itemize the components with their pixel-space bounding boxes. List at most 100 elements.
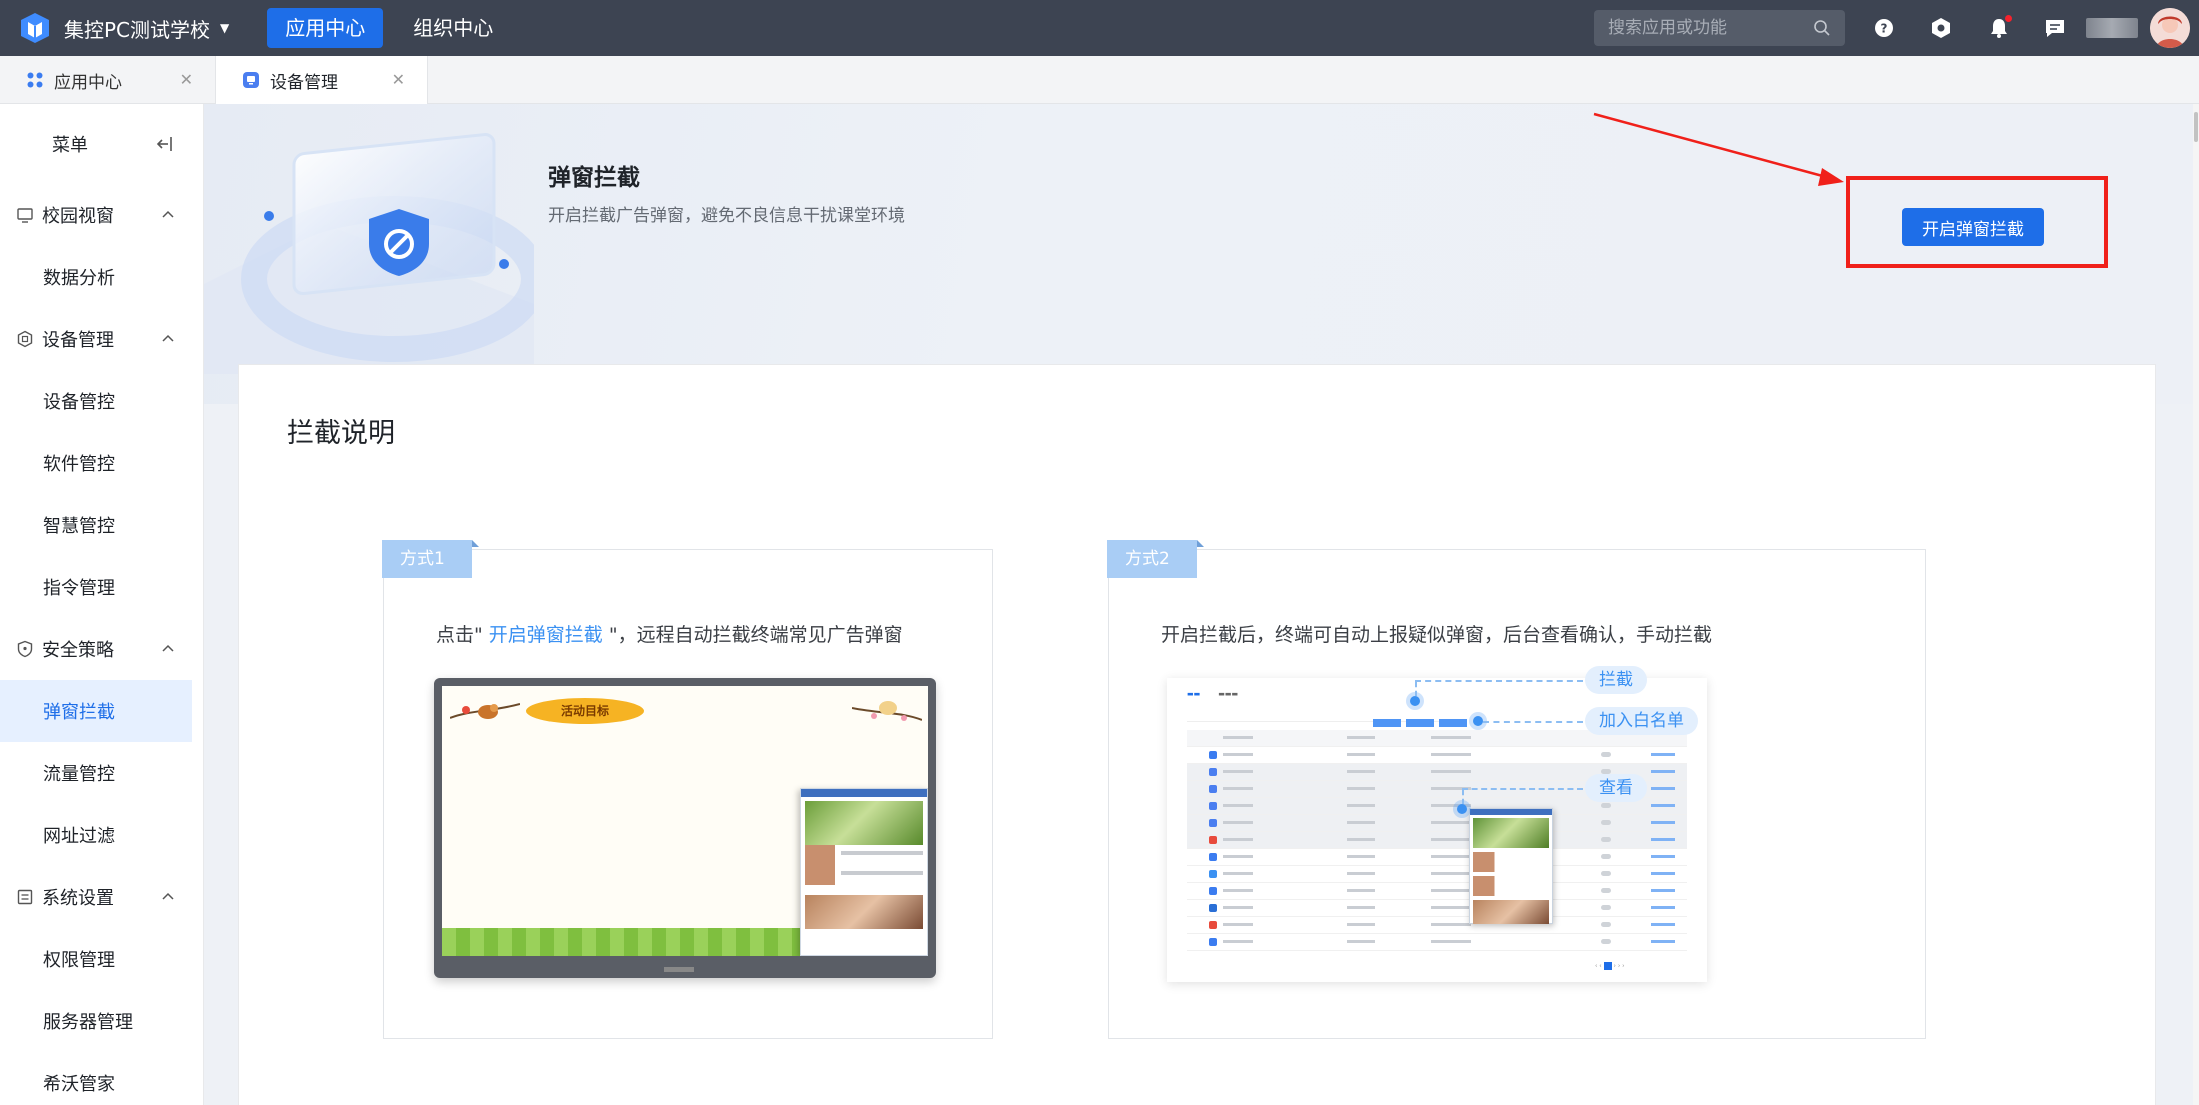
method-1-text: 点击" 开启弹窗拦截 "，远程自动拦截终端常见广告弹窗 — [436, 620, 903, 647]
activity-goal-banner: 活动目标 — [526, 698, 644, 724]
sidebar-title: 菜单 — [52, 135, 88, 156]
app-logo-icon[interactable] — [18, 11, 52, 45]
nav-org-center[interactable]: 组织中心 — [395, 8, 511, 48]
smartboard-screen-illustration: 活动目标 — [434, 678, 936, 978]
sidebar-item-permission-management[interactable]: 权限管理 — [0, 928, 203, 990]
sidebar-item-url-filter[interactable]: 网址过滤 — [0, 804, 203, 866]
tab-bar: 应用中心 ✕ 设备管理 ✕ — [0, 56, 2199, 104]
tab-device-management[interactable]: 设备管理 ✕ — [216, 56, 428, 104]
sidebar-item-command-management[interactable]: 指令管理 — [0, 556, 203, 618]
ad-popup-illustration — [800, 788, 928, 956]
callout-line — [1462, 788, 1583, 790]
callout-line — [1483, 721, 1583, 723]
monitor-icon — [17, 208, 33, 223]
callout-line — [1462, 790, 1464, 804]
svg-text:?: ? — [1881, 22, 1888, 36]
settings-hexagon-icon[interactable] — [1928, 15, 1954, 41]
search-icon[interactable] — [1813, 19, 1831, 37]
reported-popup-preview — [1469, 808, 1553, 924]
callout-whitelist: 加入白名单 — [1585, 707, 1698, 735]
sidebar-item-traffic-control[interactable]: 流量管控 — [0, 742, 203, 804]
popup-shield-illustration — [204, 133, 534, 374]
sidebar-group-campus-window[interactable]: 校园视窗 — [0, 184, 203, 246]
callout-dot — [1473, 716, 1483, 726]
main-content: 弹窗拦截 开启拦截广告弹窗，避免不良信息干扰课堂环境 开启弹窗拦截 拦截说明 方… — [204, 104, 2199, 1105]
shield-icon — [17, 640, 33, 658]
school-switcher[interactable]: 集控PC测试学校 ▼ — [64, 14, 229, 43]
bird-branch-icon — [450, 703, 520, 719]
enable-popup-blocking-link[interactable]: 开启弹窗拦截 — [489, 624, 603, 646]
list-settings-icon — [17, 889, 33, 905]
sidebar-item-popup-blocking[interactable]: 弹窗拦截 — [0, 680, 192, 742]
avatar[interactable] — [2150, 8, 2190, 48]
nav-app-center[interactable]: 应用中心 — [267, 8, 384, 48]
sidebar-group-label: 校园视窗 — [42, 206, 114, 227]
page-scrollbar[interactable] — [2193, 104, 2199, 1105]
sidebar-group-security-policy[interactable]: 安全策略 — [0, 618, 203, 680]
sidebar-item-device-control[interactable]: 设备管控 — [0, 370, 203, 432]
callout-dot — [1410, 696, 1420, 706]
sidebar-item-server-management[interactable]: 服务器管理 — [0, 990, 203, 1052]
top-bar: 集控PC测试学校 ▼ 应用中心 组织中心 ? — [0, 0, 2199, 56]
table-row — [1187, 883, 1687, 900]
caret-down-icon: ▼ — [220, 21, 230, 35]
device-hexagon-icon — [17, 330, 33, 348]
sidebar-item-data-analysis[interactable]: 数据分析 — [0, 246, 203, 308]
sidebar-group-system-settings[interactable]: 系统设置 — [0, 866, 203, 928]
method-1-text-after: "，远程自动拦截终端常见广告弹窗 — [602, 624, 903, 646]
collapse-sidebar-icon[interactable] — [155, 134, 175, 154]
top-nav: 应用中心 组织中心 — [267, 8, 523, 48]
callout-line — [1415, 680, 1583, 682]
table-row — [1187, 849, 1687, 866]
help-icon[interactable]: ? — [1871, 15, 1897, 41]
unread-dot — [2005, 15, 2012, 22]
close-icon[interactable]: ✕ — [392, 70, 405, 89]
chevron-up-icon — [162, 334, 174, 342]
table-row — [1187, 815, 1687, 832]
smartboard-display: 活动目标 — [442, 686, 928, 956]
table-row — [1187, 917, 1687, 934]
sidebar: 菜单 校园视窗 数据分析 设备管理 设备管控 软件管控 智慧管控 指令管理 安全… — [0, 104, 204, 1105]
page-description: 开启拦截广告弹窗，避免不良信息干扰课堂环境 — [548, 206, 905, 226]
callout-line — [1415, 682, 1417, 696]
feature-banner: 弹窗拦截 开启拦截广告弹窗，避免不良信息干扰课堂环境 开启弹窗拦截 — [204, 104, 2199, 404]
search-box — [1594, 10, 1845, 46]
tab-app-center[interactable]: 应用中心 ✕ — [0, 56, 216, 104]
enable-popup-blocking-button[interactable]: 开启弹窗拦截 — [1902, 208, 2044, 246]
grid-apps-icon — [27, 72, 43, 88]
close-icon[interactable]: ✕ — [180, 70, 193, 89]
chevron-up-icon — [162, 892, 174, 900]
method-1-panel: 方式1 点击" 开启弹窗拦截 "，远程自动拦截终端常见广告弹窗 活动目标 — [382, 540, 993, 1039]
tab-label: 设备管理 — [270, 72, 338, 93]
method-1-tag: 方式1 — [382, 540, 479, 578]
message-icon[interactable] — [2042, 15, 2068, 41]
sidebar-group-label: 设备管理 — [42, 330, 114, 351]
search-input[interactable] — [1608, 18, 1808, 38]
instructions-card: 拦截说明 方式1 点击" 开启弹窗拦截 "，远程自动拦截终端常见广告弹窗 活动目… — [238, 364, 2156, 1105]
method-1-text-before: 点击" — [436, 624, 489, 646]
sidebar-group-device-management[interactable]: 设备管理 — [0, 308, 203, 370]
method-2-tag: 方式2 — [1107, 540, 1204, 578]
sidebar-item-seewo-manager[interactable]: 希沃管家 — [0, 1052, 203, 1105]
page-title: 弹窗拦截 — [548, 165, 640, 191]
table-row — [1187, 747, 1687, 764]
user-name-blurred[interactable] — [2086, 18, 2138, 38]
callout-dot — [1457, 804, 1467, 814]
method-2-panel: 方式2 开启拦截后，终端可自动上报疑似弹窗，后台查看确认，手动拦截 ▬▬ ▬▬▬ … — [1107, 540, 1926, 1039]
chevron-up-icon — [162, 210, 174, 218]
sidebar-item-smart-control[interactable]: 智慧管控 — [0, 494, 203, 556]
tab-label: 应用中心 — [54, 72, 122, 93]
notification-bell[interactable] — [1986, 15, 2012, 41]
chevron-up-icon — [162, 644, 174, 652]
table-row — [1187, 900, 1687, 917]
device-app-icon — [243, 72, 259, 88]
method-2-text: 开启拦截后，终端可自动上报疑似弹窗，后台查看确认，手动拦截 — [1161, 624, 1713, 646]
sidebar-group-label: 系统设置 — [42, 888, 114, 909]
avatar-image-icon — [2150, 8, 2190, 48]
school-name: 集控PC测试学校 — [64, 17, 211, 42]
bird-branch-icon — [852, 701, 922, 721]
annotation-arrow-icon — [1593, 112, 1844, 186]
sidebar-item-software-control[interactable]: 软件管控 — [0, 432, 203, 494]
sidebar-header: 菜单 — [0, 104, 203, 184]
table-row — [1187, 934, 1687, 951]
